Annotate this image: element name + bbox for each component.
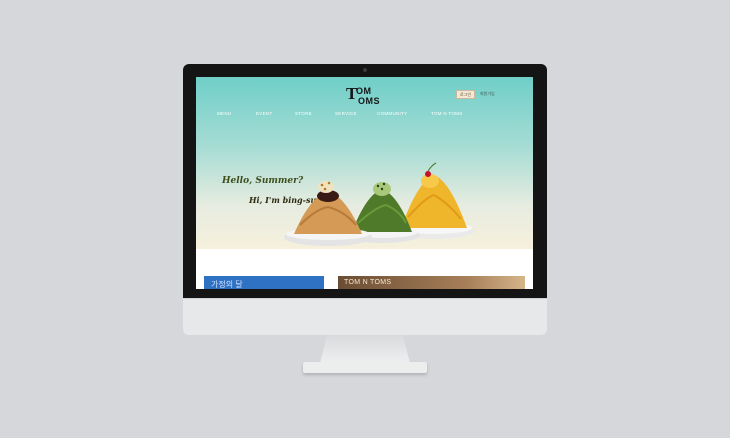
promo-card-right-title: TOM N TOMS <box>344 279 392 286</box>
bingsu-image <box>284 162 474 246</box>
monitor-bezel: T OM OMS 로그인 회원가입 MENU EVENT STORE SERVI… <box>183 64 547 298</box>
camera-icon <box>363 68 367 72</box>
monitor: T OM OMS 로그인 회원가입 MENU EVENT STORE SERVI… <box>183 64 547 335</box>
promo-card-left[interactable]: 가정의 달 <box>204 276 324 289</box>
website-screen: T OM OMS 로그인 회원가입 MENU EVENT STORE SERVI… <box>196 77 533 289</box>
monitor-chin <box>183 298 547 335</box>
hero-banner: T OM OMS 로그인 회원가입 MENU EVENT STORE SERVI… <box>196 77 533 249</box>
monitor-stand-neck <box>320 335 410 363</box>
promo-card-right[interactable]: TOM N TOMS <box>338 276 525 289</box>
promo-card-left-title: 가정의 달 <box>211 280 243 289</box>
monitor-stand-base <box>303 362 427 373</box>
